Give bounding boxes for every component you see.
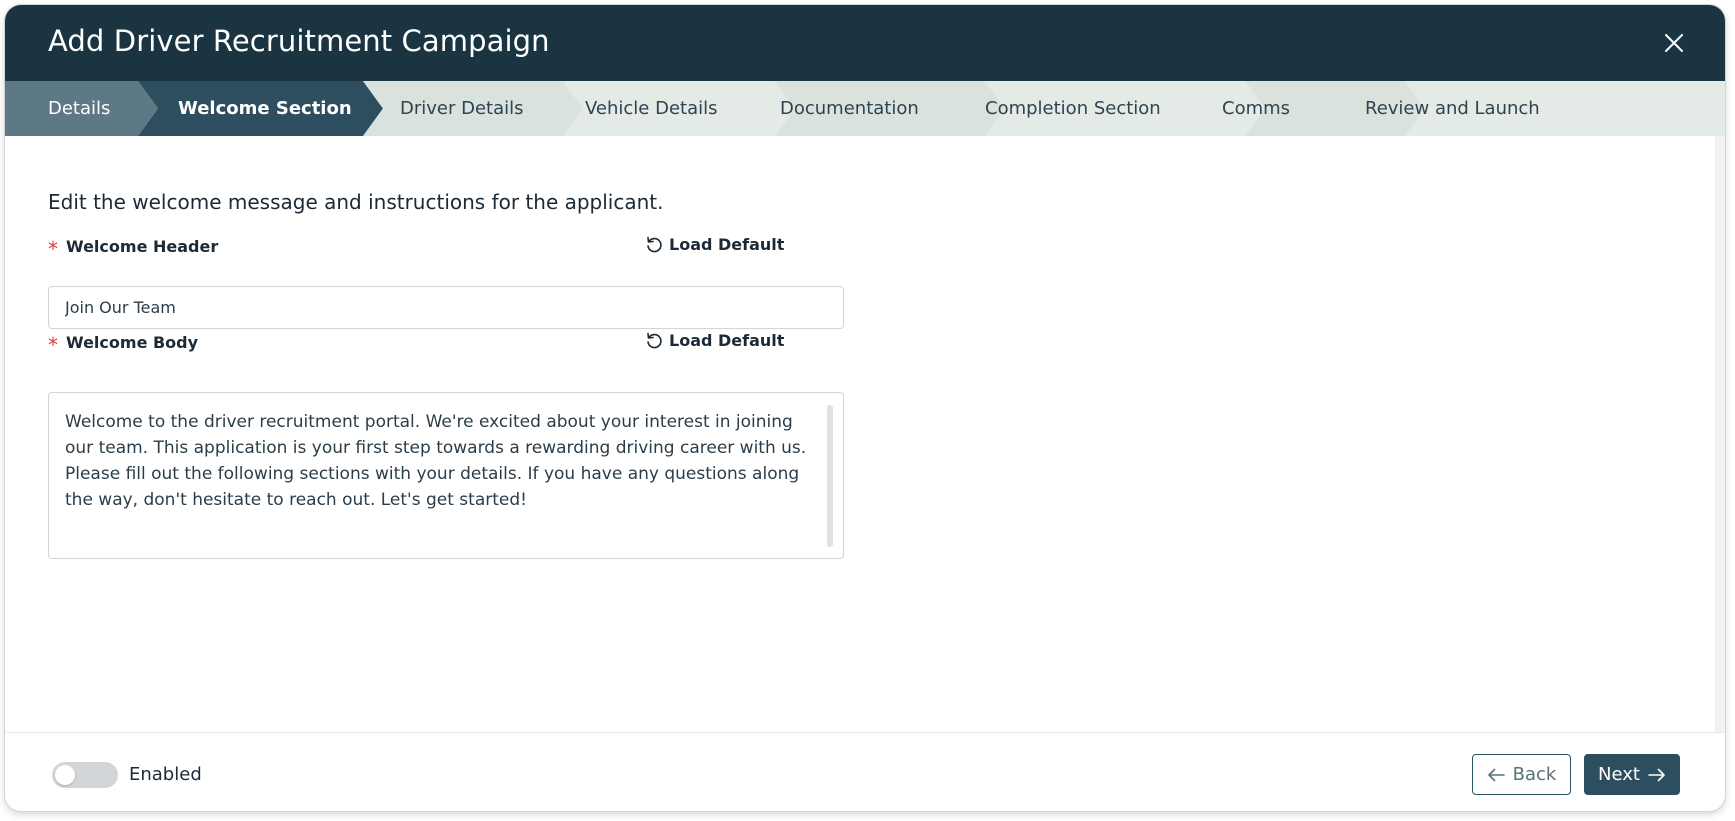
textarea-scrollbar[interactable] xyxy=(827,405,833,547)
step-vehicle-details[interactable]: Vehicle Details xyxy=(585,81,718,136)
step-welcome-section[interactable]: Welcome Section xyxy=(178,81,352,136)
close-button[interactable] xyxy=(1659,28,1689,58)
welcome-body-label: Welcome Body xyxy=(66,333,199,352)
arrow-left-icon xyxy=(1487,768,1505,781)
next-button[interactable]: Next xyxy=(1584,754,1680,795)
next-label: Next xyxy=(1598,764,1640,785)
load-default-body-button[interactable]: Load Default xyxy=(645,331,784,350)
welcome-header-input[interactable] xyxy=(48,286,844,329)
arrow-right-icon xyxy=(1648,768,1665,781)
content-scrollbar[interactable] xyxy=(1715,136,1725,732)
close-icon xyxy=(1665,34,1683,52)
step-comms[interactable]: Comms xyxy=(1222,81,1290,136)
welcome-body-textarea[interactable]: Welcome to the driver recruitment portal… xyxy=(48,392,844,559)
welcome-body-text[interactable]: Welcome to the driver recruitment portal… xyxy=(65,409,817,513)
step-driver-details[interactable]: Driver Details xyxy=(400,81,524,136)
step-details[interactable]: Details xyxy=(48,81,110,136)
back-button[interactable]: Back xyxy=(1472,754,1571,795)
reset-icon xyxy=(647,332,662,348)
enabled-toggle[interactable] xyxy=(52,762,118,788)
load-default-header-button[interactable]: Load Default xyxy=(645,235,784,254)
modal-header: Add Driver Recruitment Campaign xyxy=(5,5,1725,81)
step-review-and-launch[interactable]: Review and Launch xyxy=(1365,81,1540,136)
load-default-label: Load Default xyxy=(669,235,785,254)
campaign-modal: Add Driver Recruitment Campaign Details … xyxy=(5,5,1725,811)
toggle-knob xyxy=(55,765,75,785)
step-completion-section[interactable]: Completion Section xyxy=(985,81,1161,136)
welcome-section-form: Edit the welcome message and instruction… xyxy=(5,136,1715,732)
intro-text: Edit the welcome message and instruction… xyxy=(48,190,664,214)
enabled-label: Enabled xyxy=(129,764,202,785)
reset-icon xyxy=(647,236,662,252)
load-default-label: Load Default xyxy=(669,331,785,350)
step-documentation[interactable]: Documentation xyxy=(780,81,919,136)
welcome-header-label: Welcome Header xyxy=(66,237,219,256)
required-asterisk: * xyxy=(48,237,58,261)
modal-title: Add Driver Recruitment Campaign xyxy=(48,24,550,58)
modal-footer: Enabled Back Next xyxy=(5,732,1725,811)
required-asterisk: * xyxy=(48,333,58,357)
back-label: Back xyxy=(1512,764,1557,785)
